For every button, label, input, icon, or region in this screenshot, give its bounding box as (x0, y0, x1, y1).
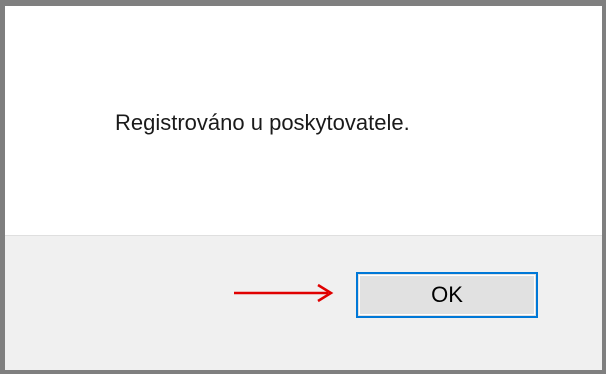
dialog-content: Registrováno u poskytovatele. (5, 6, 602, 235)
arrow-right-icon (234, 283, 334, 303)
dialog-window: Registrováno u poskytovatele. OK (0, 0, 606, 374)
dialog-message: Registrováno u poskytovatele. (115, 110, 410, 135)
ok-button[interactable]: OK (356, 272, 538, 318)
dialog-footer: OK (5, 235, 602, 370)
